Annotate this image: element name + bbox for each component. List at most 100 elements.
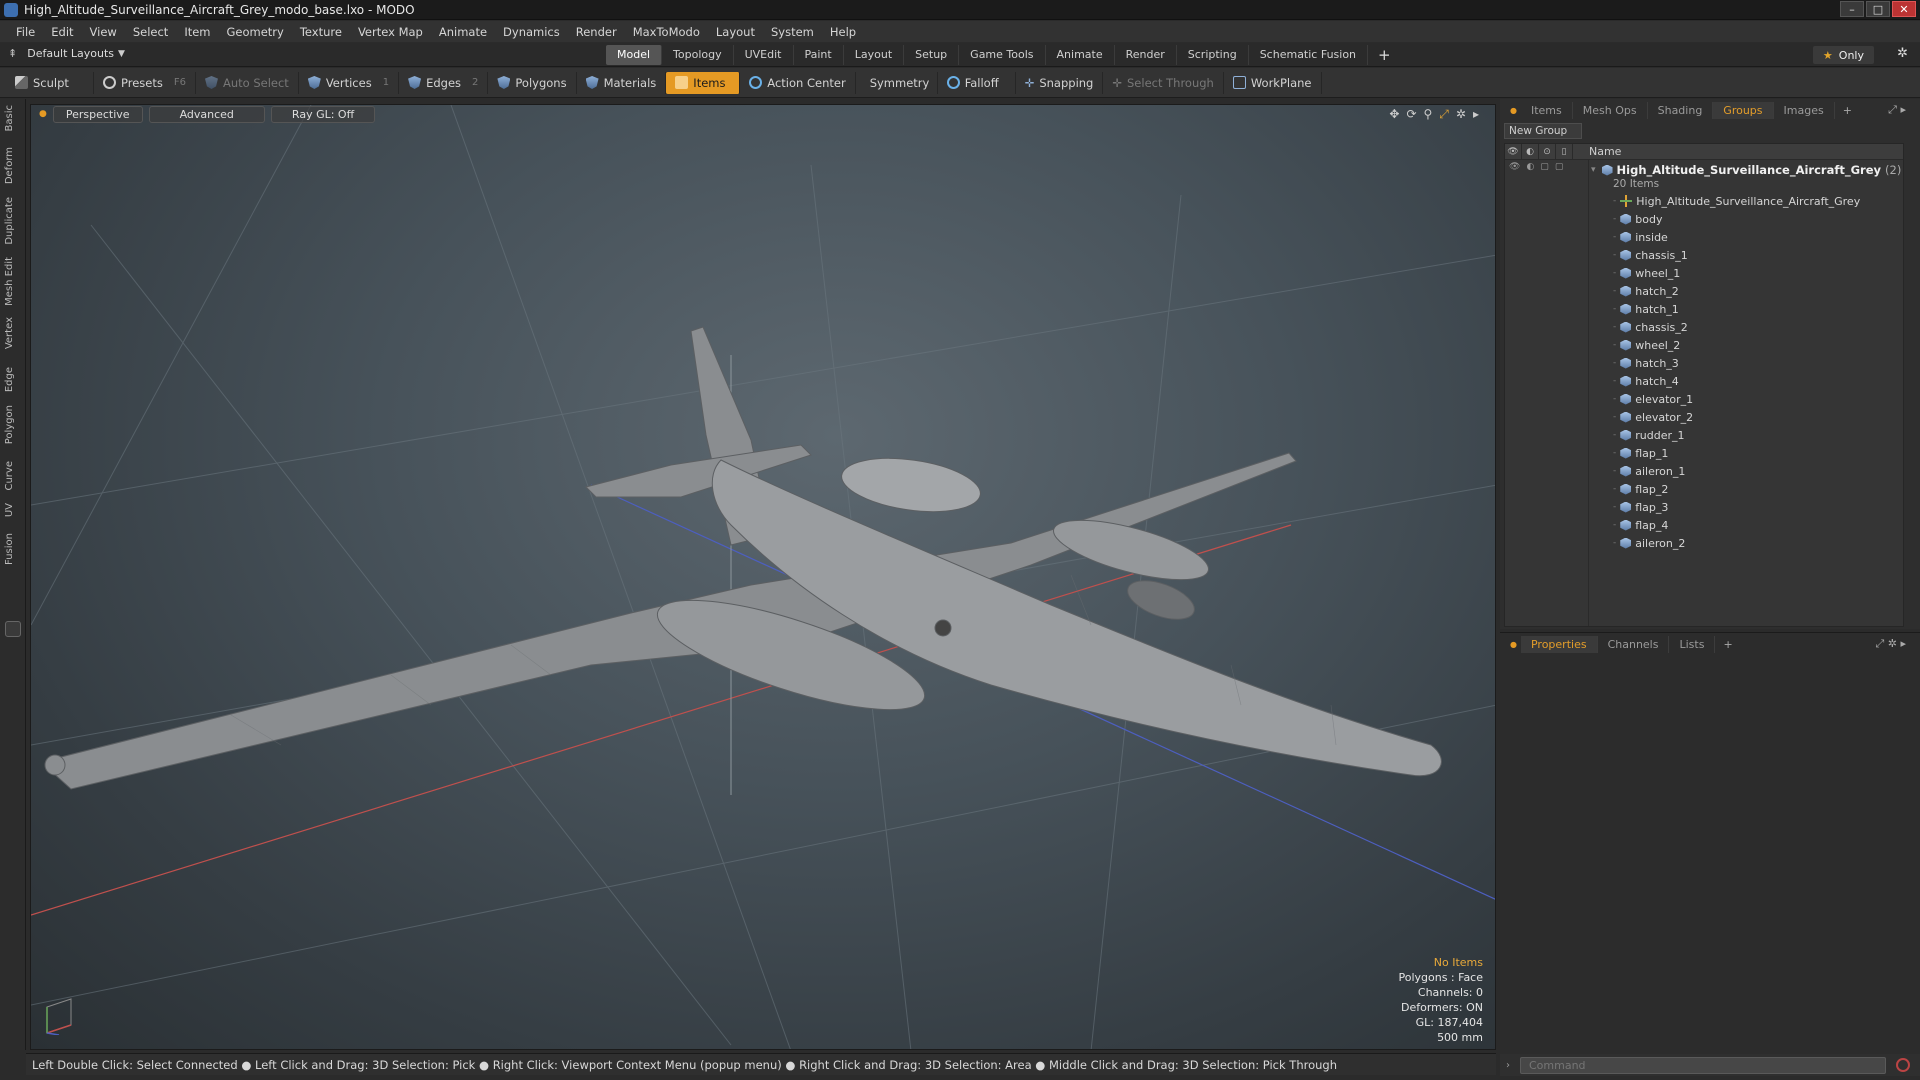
auto-select-button[interactable]: Auto Select xyxy=(196,71,299,94)
advanced-button[interactable]: Advanced xyxy=(148,105,265,123)
command-input[interactable] xyxy=(1520,1056,1886,1074)
left-tab-polygon[interactable]: Polygon xyxy=(4,405,22,444)
tab-groups[interactable]: Groups xyxy=(1713,101,1774,119)
rotate-view-icon[interactable]: ⟳ xyxy=(1406,107,1416,122)
left-tab-duplicate[interactable]: Duplicate xyxy=(4,197,22,245)
tab-uvedit[interactable]: UVEdit xyxy=(734,45,794,65)
list-item[interactable]: - hatch_1 xyxy=(1613,300,1903,318)
name-column-header[interactable]: Name xyxy=(1573,145,1621,158)
menu-vertex-map[interactable]: Vertex Map xyxy=(350,25,431,39)
tab-render[interactable]: Render xyxy=(1115,45,1177,65)
menu-maxtomodo[interactable]: MaxToModo xyxy=(625,25,708,39)
perspective-button[interactable]: Perspective xyxy=(52,105,143,123)
materials-button[interactable]: Materials xyxy=(577,71,667,94)
left-tab-edge[interactable]: Edge xyxy=(4,367,22,392)
list-item[interactable]: - body xyxy=(1613,210,1903,228)
edges-button[interactable]: Edges 2 xyxy=(399,71,489,94)
group-expand-icon[interactable]: ▾ xyxy=(1591,165,1596,175)
properties-menu-icon[interactable]: ● xyxy=(1510,640,1517,649)
panel-expand-icon[interactable]: ⤢ ▸ xyxy=(1888,103,1906,117)
list-item[interactable]: - hatch_4 xyxy=(1613,372,1903,390)
move-view-icon[interactable]: ✥ xyxy=(1389,107,1399,122)
list-item[interactable]: - flap_3 xyxy=(1613,498,1903,516)
tab-schematic-fusion[interactable]: Schematic Fusion xyxy=(1249,45,1369,65)
tab-lists[interactable]: Lists xyxy=(1669,635,1716,653)
tab-paint[interactable]: Paint xyxy=(794,45,844,65)
fit-view-icon[interactable]: ⤢ xyxy=(1439,107,1449,122)
menu-layout[interactable]: Layout xyxy=(708,25,763,39)
list-item[interactable]: - flap_4 xyxy=(1613,516,1903,534)
symmetry-button[interactable]: Symmetry xyxy=(856,71,938,94)
left-tab-uv[interactable]: UV xyxy=(4,503,22,517)
render-col-icon[interactable]: ◐ xyxy=(1522,144,1539,160)
list-item[interactable]: - elevator_1 xyxy=(1613,390,1903,408)
viewport-settings-icon[interactable]: ✲ xyxy=(1456,107,1466,122)
tab-setup[interactable]: Setup xyxy=(904,45,960,65)
command-history-icon[interactable] xyxy=(1896,1058,1910,1072)
lock-toggle-icon[interactable]: ▢ xyxy=(1540,162,1549,178)
list-item[interactable]: - flap_1 xyxy=(1613,444,1903,462)
add-tab-icon[interactable]: + xyxy=(1368,45,1401,65)
3d-viewport[interactable]: ● Perspective Advanced Ray GL: Off ✥ ⟳ ⚲… xyxy=(30,104,1496,1050)
menu-select[interactable]: Select xyxy=(125,25,176,39)
left-panel-toggle-icon[interactable] xyxy=(5,621,21,637)
left-tab-curve[interactable]: Curve xyxy=(4,461,22,491)
properties-expand-icon[interactable]: ⤢ ✲ ▸ xyxy=(1875,637,1906,651)
only-button[interactable]: ★ Only xyxy=(1812,46,1874,64)
menu-item[interactable]: Item xyxy=(176,25,218,39)
left-tab-vertex[interactable]: Vertex xyxy=(4,317,22,349)
list-item[interactable]: - hatch_3 xyxy=(1613,354,1903,372)
menu-geometry[interactable]: Geometry xyxy=(219,25,292,39)
tab-mesh-ops[interactable]: Mesh Ops xyxy=(1573,101,1648,119)
action-center-button[interactable]: Action Center xyxy=(740,71,856,94)
viewport-menu-icon[interactable]: ● xyxy=(39,109,47,119)
group-visibility-row[interactable]: 👁 ◐ ▢ ▢ xyxy=(1505,162,1588,178)
select-col-icon[interactable]: ▯ xyxy=(1556,144,1573,160)
left-tab-basic[interactable]: Basic xyxy=(4,105,22,131)
tab-channels[interactable]: Channels xyxy=(1598,635,1670,653)
menu-view[interactable]: View xyxy=(82,25,125,39)
tab-topology[interactable]: Topology xyxy=(662,45,734,65)
menu-animate[interactable]: Animate xyxy=(431,25,495,39)
maximize-button[interactable]: □ xyxy=(1866,1,1890,17)
sculpt-button[interactable]: Sculpt xyxy=(6,71,94,94)
minimize-button[interactable]: – xyxy=(1840,1,1864,17)
menu-help[interactable]: Help xyxy=(822,25,864,39)
left-tab-deform[interactable]: Deform xyxy=(4,147,22,184)
list-item[interactable]: - inside xyxy=(1613,228,1903,246)
left-tab-mesh-edit[interactable]: Mesh Edit xyxy=(4,257,22,306)
falloff-button[interactable]: Falloff xyxy=(938,71,1016,94)
presets-button[interactable]: Presets F6 xyxy=(94,71,196,94)
raygl-button[interactable]: Ray GL: Off xyxy=(270,105,376,123)
group-row[interactable]: ▾ High_Altitude_Surveillance_Aircraft_Gr… xyxy=(1591,162,1903,178)
tab-properties[interactable]: Properties xyxy=(1520,635,1598,653)
left-tab-fusion[interactable]: Fusion xyxy=(4,533,22,565)
menu-dynamics[interactable]: Dynamics xyxy=(495,25,568,39)
viewport-expand-icon[interactable]: ▸ xyxy=(1473,107,1479,122)
snapping-button[interactable]: ✛ Snapping xyxy=(1016,71,1104,94)
tab-animate[interactable]: Animate xyxy=(1046,45,1115,65)
render-toggle-icon[interactable]: ◐ xyxy=(1526,162,1534,178)
eye-icon[interactable]: 👁 xyxy=(1509,162,1520,178)
items-button[interactable]: Items xyxy=(666,71,741,94)
menu-file[interactable]: File xyxy=(8,25,43,39)
tab-game-tools[interactable]: Game Tools xyxy=(959,45,1046,65)
tab-items[interactable]: Items xyxy=(1521,101,1573,119)
list-item[interactable]: - chassis_2 xyxy=(1613,318,1903,336)
gear-icon[interactable]: ✲ xyxy=(1897,46,1908,61)
list-item[interactable]: - wheel_1 xyxy=(1613,264,1903,282)
vertices-button[interactable]: Vertices 1 xyxy=(299,71,400,94)
polygons-button[interactable]: Polygons xyxy=(488,71,577,94)
menu-texture[interactable]: Texture xyxy=(292,25,350,39)
lock-col-icon[interactable]: ⊙ xyxy=(1539,144,1556,160)
list-item[interactable]: - aileron_1 xyxy=(1613,462,1903,480)
add-properties-tab-icon[interactable]: + xyxy=(1715,638,1740,651)
list-item[interactable]: - chassis_1 xyxy=(1613,246,1903,264)
list-item[interactable]: - flap_2 xyxy=(1613,480,1903,498)
list-item[interactable]: - wheel_2 xyxy=(1613,336,1903,354)
layout-selector[interactable]: ⇞ Default Layouts ▼ xyxy=(8,47,125,60)
tab-images[interactable]: Images xyxy=(1774,101,1835,119)
list-item[interactable]: - High_Altitude_Surveillance_Aircraft_Gre… xyxy=(1613,192,1903,210)
tab-layout[interactable]: Layout xyxy=(844,45,905,65)
add-panel-tab-icon[interactable]: + xyxy=(1835,104,1860,117)
